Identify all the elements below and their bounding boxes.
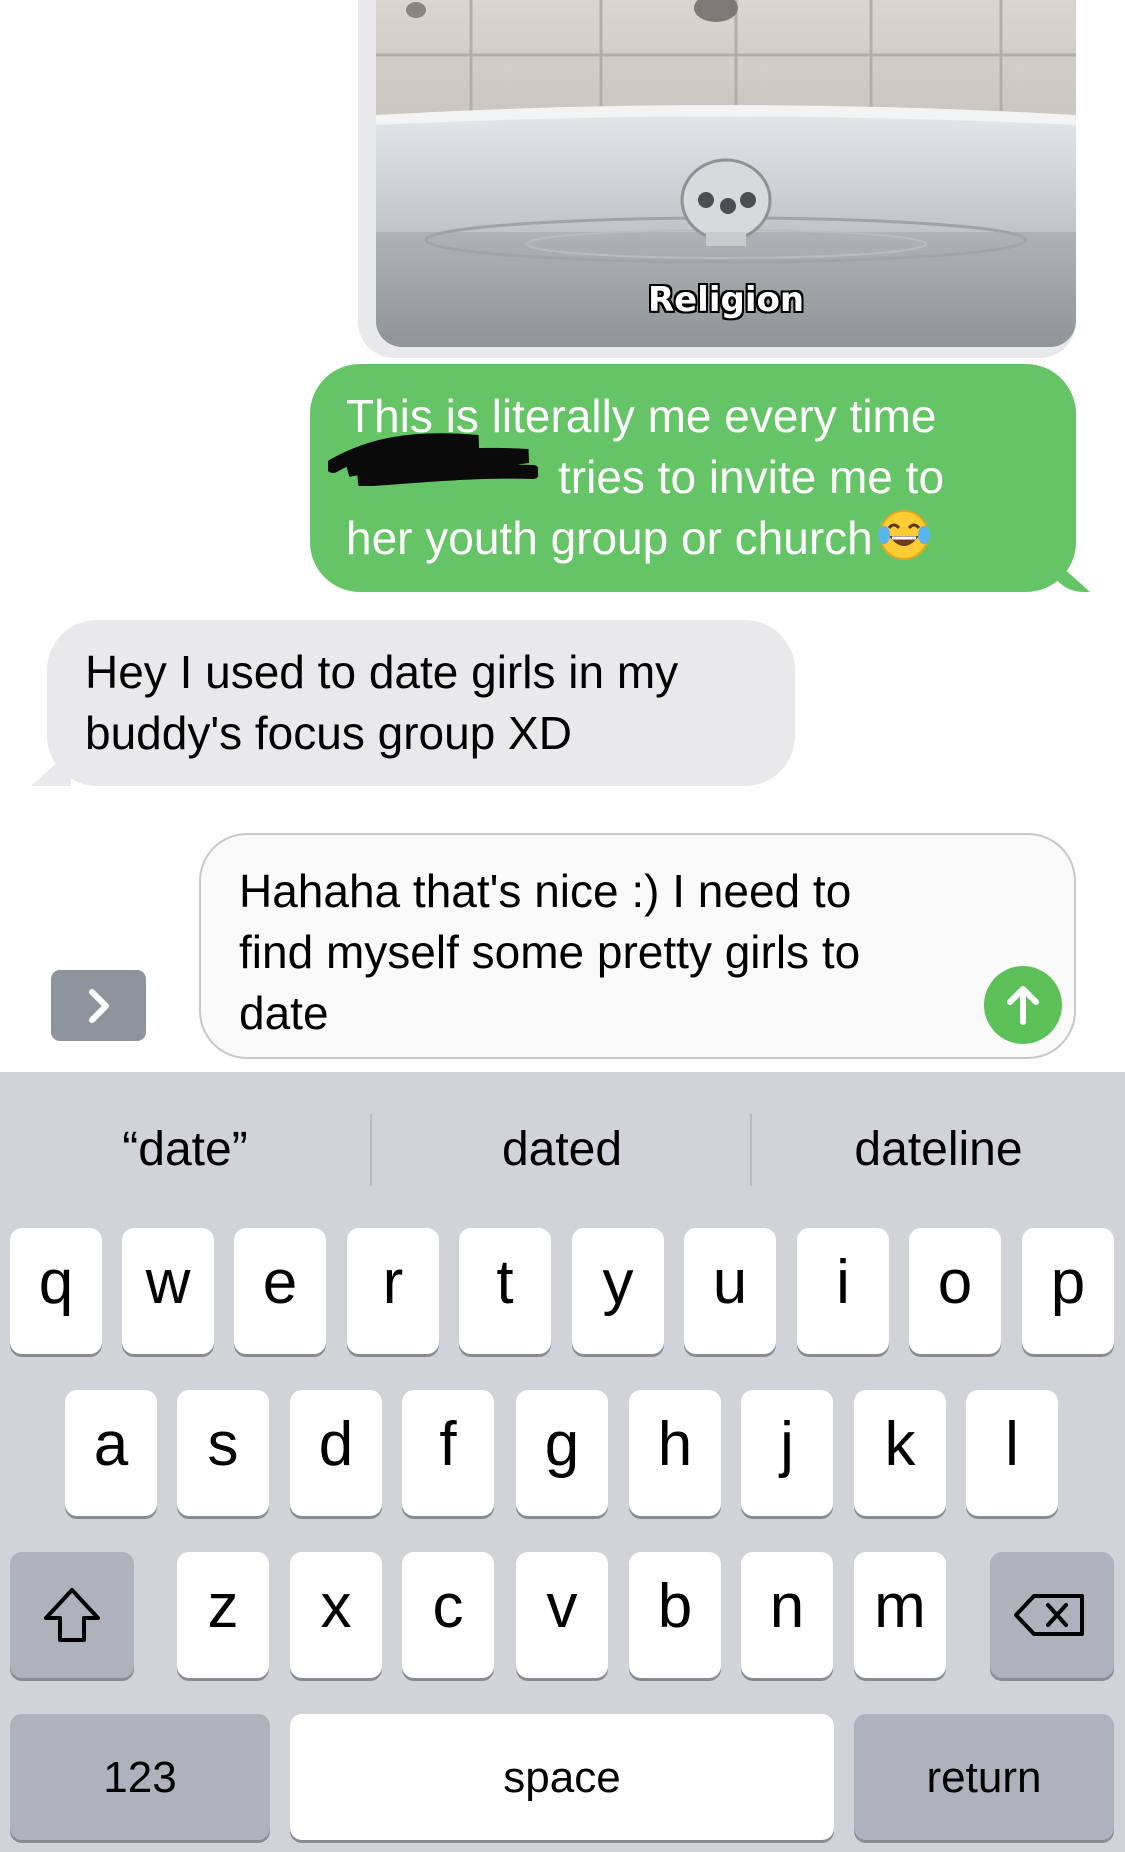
prediction-2[interactable]: dated: [372, 1108, 752, 1192]
key-d[interactable]: d: [290, 1390, 382, 1516]
key-label: q: [38, 1248, 74, 1317]
key-label: i: [836, 1248, 850, 1317]
key-s[interactable]: s: [177, 1390, 269, 1516]
key-label: o: [937, 1248, 973, 1317]
key-label: y: [602, 1248, 634, 1317]
chevron-right-icon: [88, 988, 109, 1023]
meme-caption: Religion: [647, 280, 805, 320]
key-m[interactable]: m: [854, 1552, 946, 1678]
key-label: n: [769, 1572, 805, 1641]
shift-key[interactable]: [10, 1552, 134, 1678]
key-label: 123: [103, 1753, 177, 1802]
key-t[interactable]: t: [459, 1228, 551, 1354]
key-b[interactable]: b: [629, 1552, 721, 1678]
delete-key[interactable]: [990, 1552, 1114, 1678]
key-y[interactable]: y: [572, 1228, 664, 1354]
key-label: t: [496, 1248, 514, 1317]
laughing-tears-emoji-icon: [877, 510, 930, 560]
key-label: d: [318, 1410, 354, 1479]
key-label: k: [884, 1410, 916, 1479]
key-g[interactable]: g: [516, 1390, 608, 1516]
key-label: u: [712, 1248, 748, 1317]
key-label: z: [207, 1572, 239, 1641]
message-line: buddy's focus group XD: [85, 707, 572, 759]
key-v[interactable]: v: [516, 1552, 608, 1678]
key-label: return: [926, 1753, 1042, 1802]
key-label: a: [93, 1410, 129, 1479]
key-label: l: [1005, 1410, 1019, 1479]
key-label: m: [874, 1572, 926, 1641]
prediction-quoted[interactable]: “date”: [0, 1108, 370, 1192]
keyboard: “date” dated dateline q w e r t y u i o …: [0, 1072, 1125, 1852]
key-label: space: [503, 1753, 621, 1802]
key-u[interactable]: u: [684, 1228, 776, 1354]
key-q[interactable]: q: [10, 1228, 102, 1354]
messages-screen: Religion This is literally me every time…: [0, 0, 1125, 1852]
apps-button[interactable]: [51, 970, 146, 1041]
key-j[interactable]: j: [741, 1390, 833, 1516]
key-l[interactable]: l: [966, 1390, 1058, 1516]
key-label: s: [207, 1410, 239, 1479]
key-label: f: [439, 1410, 457, 1479]
draft-line: date: [239, 987, 329, 1039]
sent-message-bubble[interactable]: This is literally me every time tries to…: [310, 364, 1076, 592]
key-i[interactable]: i: [797, 1228, 889, 1354]
redaction-scribble: [328, 433, 538, 486]
key-e[interactable]: e: [234, 1228, 326, 1354]
key-o[interactable]: o: [909, 1228, 1001, 1354]
key-label: v: [546, 1572, 578, 1641]
key-c[interactable]: c: [402, 1552, 494, 1678]
key-label: p: [1050, 1248, 1086, 1317]
key-h[interactable]: h: [629, 1390, 721, 1516]
draft-line: find myself some pretty girls to: [239, 926, 861, 978]
key-label: j: [780, 1410, 794, 1479]
draft-line: Hahaha that's nice :) I need to: [239, 865, 852, 917]
key-label: b: [657, 1572, 693, 1641]
prediction-3[interactable]: dateline: [752, 1108, 1125, 1192]
arrow-up-icon: [1007, 986, 1039, 1025]
numbers-key[interactable]: 123: [10, 1714, 270, 1840]
key-label: g: [544, 1410, 580, 1479]
delete-icon: [1014, 1594, 1084, 1636]
key-z[interactable]: z: [177, 1552, 269, 1678]
message-line-text: tries to invite me to: [558, 451, 945, 503]
message-line-text: her youth group or church: [346, 512, 873, 564]
return-key[interactable]: return: [854, 1714, 1114, 1840]
message-input[interactable]: Hahaha that's nice :) I need to find mys…: [199, 833, 1076, 1059]
key-a[interactable]: a: [65, 1390, 157, 1516]
message-line: Hey I used to date girls in my: [85, 646, 679, 698]
space-key[interactable]: space: [290, 1714, 834, 1840]
meme-image[interactable]: Religion: [376, 0, 1076, 347]
key-label: r: [382, 1248, 404, 1317]
key-w[interactable]: w: [122, 1228, 214, 1354]
key-f[interactable]: f: [402, 1390, 494, 1516]
shift-icon: [44, 1588, 100, 1642]
key-k[interactable]: k: [854, 1390, 946, 1516]
key-label: e: [262, 1248, 298, 1317]
key-p[interactable]: p: [1022, 1228, 1114, 1354]
key-label: w: [145, 1248, 191, 1317]
key-n[interactable]: n: [741, 1552, 833, 1678]
key-label: c: [432, 1572, 464, 1641]
predictive-text-bar: “date” dated dateline: [0, 1072, 1125, 1228]
message-line: her youth group or church: [346, 508, 1040, 569]
key-label: x: [320, 1572, 352, 1641]
received-message-bubble[interactable]: Hey I used to date girls in my buddy's f…: [47, 620, 795, 786]
send-button[interactable]: [984, 966, 1062, 1044]
key-r[interactable]: r: [347, 1228, 439, 1354]
key-x[interactable]: x: [290, 1552, 382, 1678]
key-label: h: [657, 1410, 693, 1479]
